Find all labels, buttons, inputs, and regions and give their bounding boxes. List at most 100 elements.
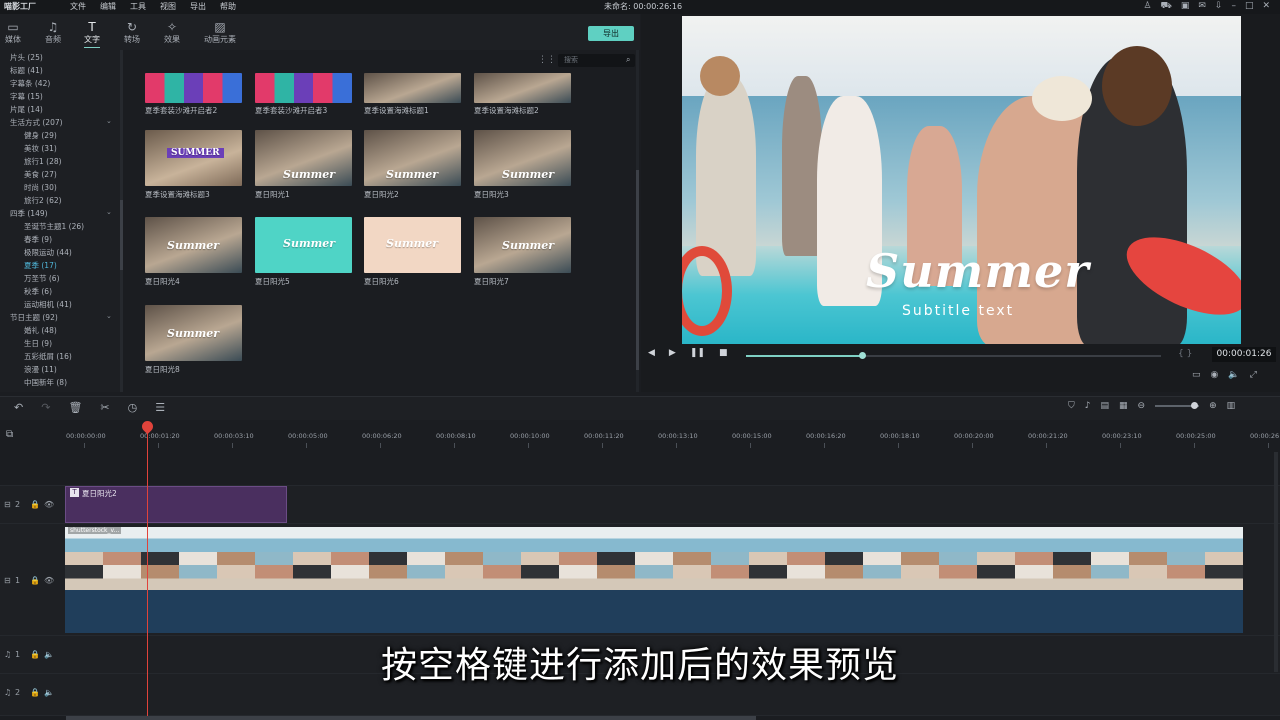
category-item[interactable]: 健身 (29) xyxy=(24,130,57,141)
category-item[interactable]: 中国新年 (8) xyxy=(24,377,67,388)
tab-transition[interactable]: ↻ 转场 xyxy=(124,20,140,45)
zoom-slider[interactable] xyxy=(1155,402,1200,409)
title-thumbnail[interactable]: Summer xyxy=(255,217,352,273)
zoom-handle[interactable] xyxy=(1191,402,1199,409)
title-thumbnail[interactable] xyxy=(364,73,461,103)
title-thumbnail[interactable]: Summer xyxy=(474,217,571,273)
timeline-horizontal-scrollbar[interactable] xyxy=(66,716,756,720)
category-item[interactable]: 美食 (27) xyxy=(24,169,57,180)
pause-icon[interactable]: ❚❚ xyxy=(690,348,705,358)
title-thumbnail[interactable]: Summer xyxy=(145,217,242,273)
seek-bar[interactable] xyxy=(746,352,1161,359)
title-clip[interactable]: T 夏日阳光2 xyxy=(65,486,287,523)
sidebar-scroll-thumb[interactable] xyxy=(120,200,123,270)
eye-icon[interactable]: 👁 xyxy=(44,576,54,585)
category-item[interactable]: 生活方式 (207) xyxy=(10,117,63,128)
play-icon[interactable]: ▶ xyxy=(669,348,676,358)
title-thumbnail[interactable]: Summer xyxy=(474,130,571,186)
title-thumbnail[interactable]: Summer xyxy=(364,130,461,186)
timeline-ruler[interactable] xyxy=(0,420,1280,452)
tab-media[interactable]: ▭ 媒体 xyxy=(5,20,21,45)
mixer-icon[interactable]: ▤ xyxy=(1101,401,1110,411)
menu-help[interactable]: 帮助 xyxy=(220,1,236,12)
render-icon[interactable]: ▦ xyxy=(1119,401,1128,411)
stop-icon[interactable]: ■ xyxy=(719,348,728,358)
search-icon[interactable]: ⌕ xyxy=(626,55,630,65)
tab-text[interactable]: T 文字 xyxy=(84,20,100,48)
category-item[interactable]: 圣诞节主题1 (26) xyxy=(24,221,84,232)
tab-effects[interactable]: ✧ 效果 xyxy=(164,20,180,45)
category-item[interactable]: 旅行1 (28) xyxy=(24,156,62,167)
cart-icon[interactable]: ⛟ xyxy=(1161,1,1172,12)
grid-view-icon[interactable]: ⋮⋮ xyxy=(538,55,556,65)
title-thumbnail[interactable] xyxy=(474,73,571,103)
preview-subtitle-text[interactable]: Subtitle text xyxy=(902,303,1014,319)
category-item[interactable]: 片尾 (14) xyxy=(10,104,43,115)
title-thumbnail[interactable] xyxy=(255,73,352,103)
download-icon[interactable]: ⇩ xyxy=(1215,1,1223,12)
lock-icon[interactable]: 🔒 xyxy=(30,500,40,509)
marker-icon[interactable]: ⛉ xyxy=(1068,401,1075,411)
speaker-icon[interactable]: 🔈 xyxy=(44,688,54,697)
category-item[interactable]: 春季 (9) xyxy=(24,234,52,245)
category-item[interactable]: 生日 (9) xyxy=(24,338,52,349)
mail-icon[interactable]: ✉ xyxy=(1198,1,1206,12)
category-item[interactable]: 婚礼 (48) xyxy=(24,325,57,336)
delete-icon[interactable]: 🗑 xyxy=(68,401,82,414)
chevron-down-icon[interactable]: ⌄ xyxy=(106,208,112,216)
maximize-icon[interactable]: □ xyxy=(1245,1,1254,12)
panel-icon[interactable]: ▥ xyxy=(1227,401,1236,411)
mic-icon[interactable]: ♪ xyxy=(1085,401,1091,411)
save-icon[interactable]: ▣ xyxy=(1181,1,1190,12)
sidebar-scrollbar[interactable] xyxy=(120,50,123,392)
category-item[interactable]: 四季 (149) xyxy=(10,208,48,219)
menu-export[interactable]: 导出 xyxy=(190,1,206,12)
prev-frame-icon[interactable]: ◀ xyxy=(648,348,655,358)
category-item[interactable]: 浪漫 (11) xyxy=(24,364,57,375)
menu-view[interactable]: 视图 xyxy=(160,1,176,12)
minimize-icon[interactable]: – xyxy=(1231,1,1236,12)
chevron-down-icon[interactable]: ⌄ xyxy=(106,312,112,320)
add-track-icon[interactable]: ⧉ xyxy=(6,429,13,440)
menu-tools[interactable]: 工具 xyxy=(130,1,146,12)
close-icon[interactable]: ✕ xyxy=(1262,1,1270,12)
category-item[interactable]: 夏季 (17) xyxy=(24,260,57,271)
category-item[interactable]: 标题 (41) xyxy=(10,65,43,76)
tab-elements[interactable]: ▨ 动画元素 xyxy=(204,20,236,45)
category-item[interactable]: 片头 (25) xyxy=(10,52,43,63)
tab-audio[interactable]: ♫ 音频 xyxy=(45,20,61,45)
adjust-icon[interactable]: ☰ xyxy=(155,401,165,414)
zoom-out-icon[interactable]: ⊖ xyxy=(1138,401,1146,411)
display-icon[interactable]: ▭ xyxy=(1192,370,1201,380)
cut-icon[interactable]: ✂ xyxy=(100,401,109,414)
snapshot-icon[interactable]: ◉ xyxy=(1211,370,1219,380)
grid-scrollbar[interactable] xyxy=(636,50,639,392)
category-item[interactable]: 字幕 (15) xyxy=(10,91,43,102)
category-item[interactable]: 节日主题 (92) xyxy=(10,312,58,323)
category-item[interactable]: 万圣节 (6) xyxy=(24,273,60,284)
category-item[interactable]: 秋季 (6) xyxy=(24,286,52,297)
video-clip-body[interactable] xyxy=(65,590,1243,633)
eye-icon[interactable]: 👁 xyxy=(44,500,54,509)
search-input[interactable]: 搜索 xyxy=(558,54,635,67)
title-thumbnail[interactable]: SUMMER xyxy=(145,130,242,186)
lock-icon[interactable]: 🔒 xyxy=(30,576,40,585)
category-item[interactable]: 字幕条 (42) xyxy=(10,78,50,89)
preview-title-text[interactable]: Summer xyxy=(866,244,1090,298)
title-thumbnail[interactable] xyxy=(145,73,242,103)
menu-edit[interactable]: 编辑 xyxy=(100,1,116,12)
grid-scroll-thumb[interactable] xyxy=(636,170,639,370)
category-item[interactable]: 极限运动 (44) xyxy=(24,247,72,258)
category-item[interactable]: 旅行2 (62) xyxy=(24,195,62,206)
title-thumbnail[interactable]: Summer xyxy=(255,130,352,186)
title-thumbnail[interactable]: Summer xyxy=(145,305,242,361)
menu-file[interactable]: 文件 xyxy=(70,1,86,12)
zoom-in-icon[interactable]: ⊕ xyxy=(1209,401,1217,411)
user-icon[interactable]: ♙ xyxy=(1143,1,1151,12)
category-item[interactable]: 运动相机 (41) xyxy=(24,299,72,310)
undo-icon[interactable]: ↶ xyxy=(14,401,23,414)
mark-in-out-icon[interactable]: { } xyxy=(1178,349,1192,359)
speed-icon[interactable]: ◷ xyxy=(128,401,138,414)
chevron-down-icon[interactable]: ⌄ xyxy=(106,117,112,125)
fullscreen-icon[interactable]: ⤢ xyxy=(1250,370,1257,380)
